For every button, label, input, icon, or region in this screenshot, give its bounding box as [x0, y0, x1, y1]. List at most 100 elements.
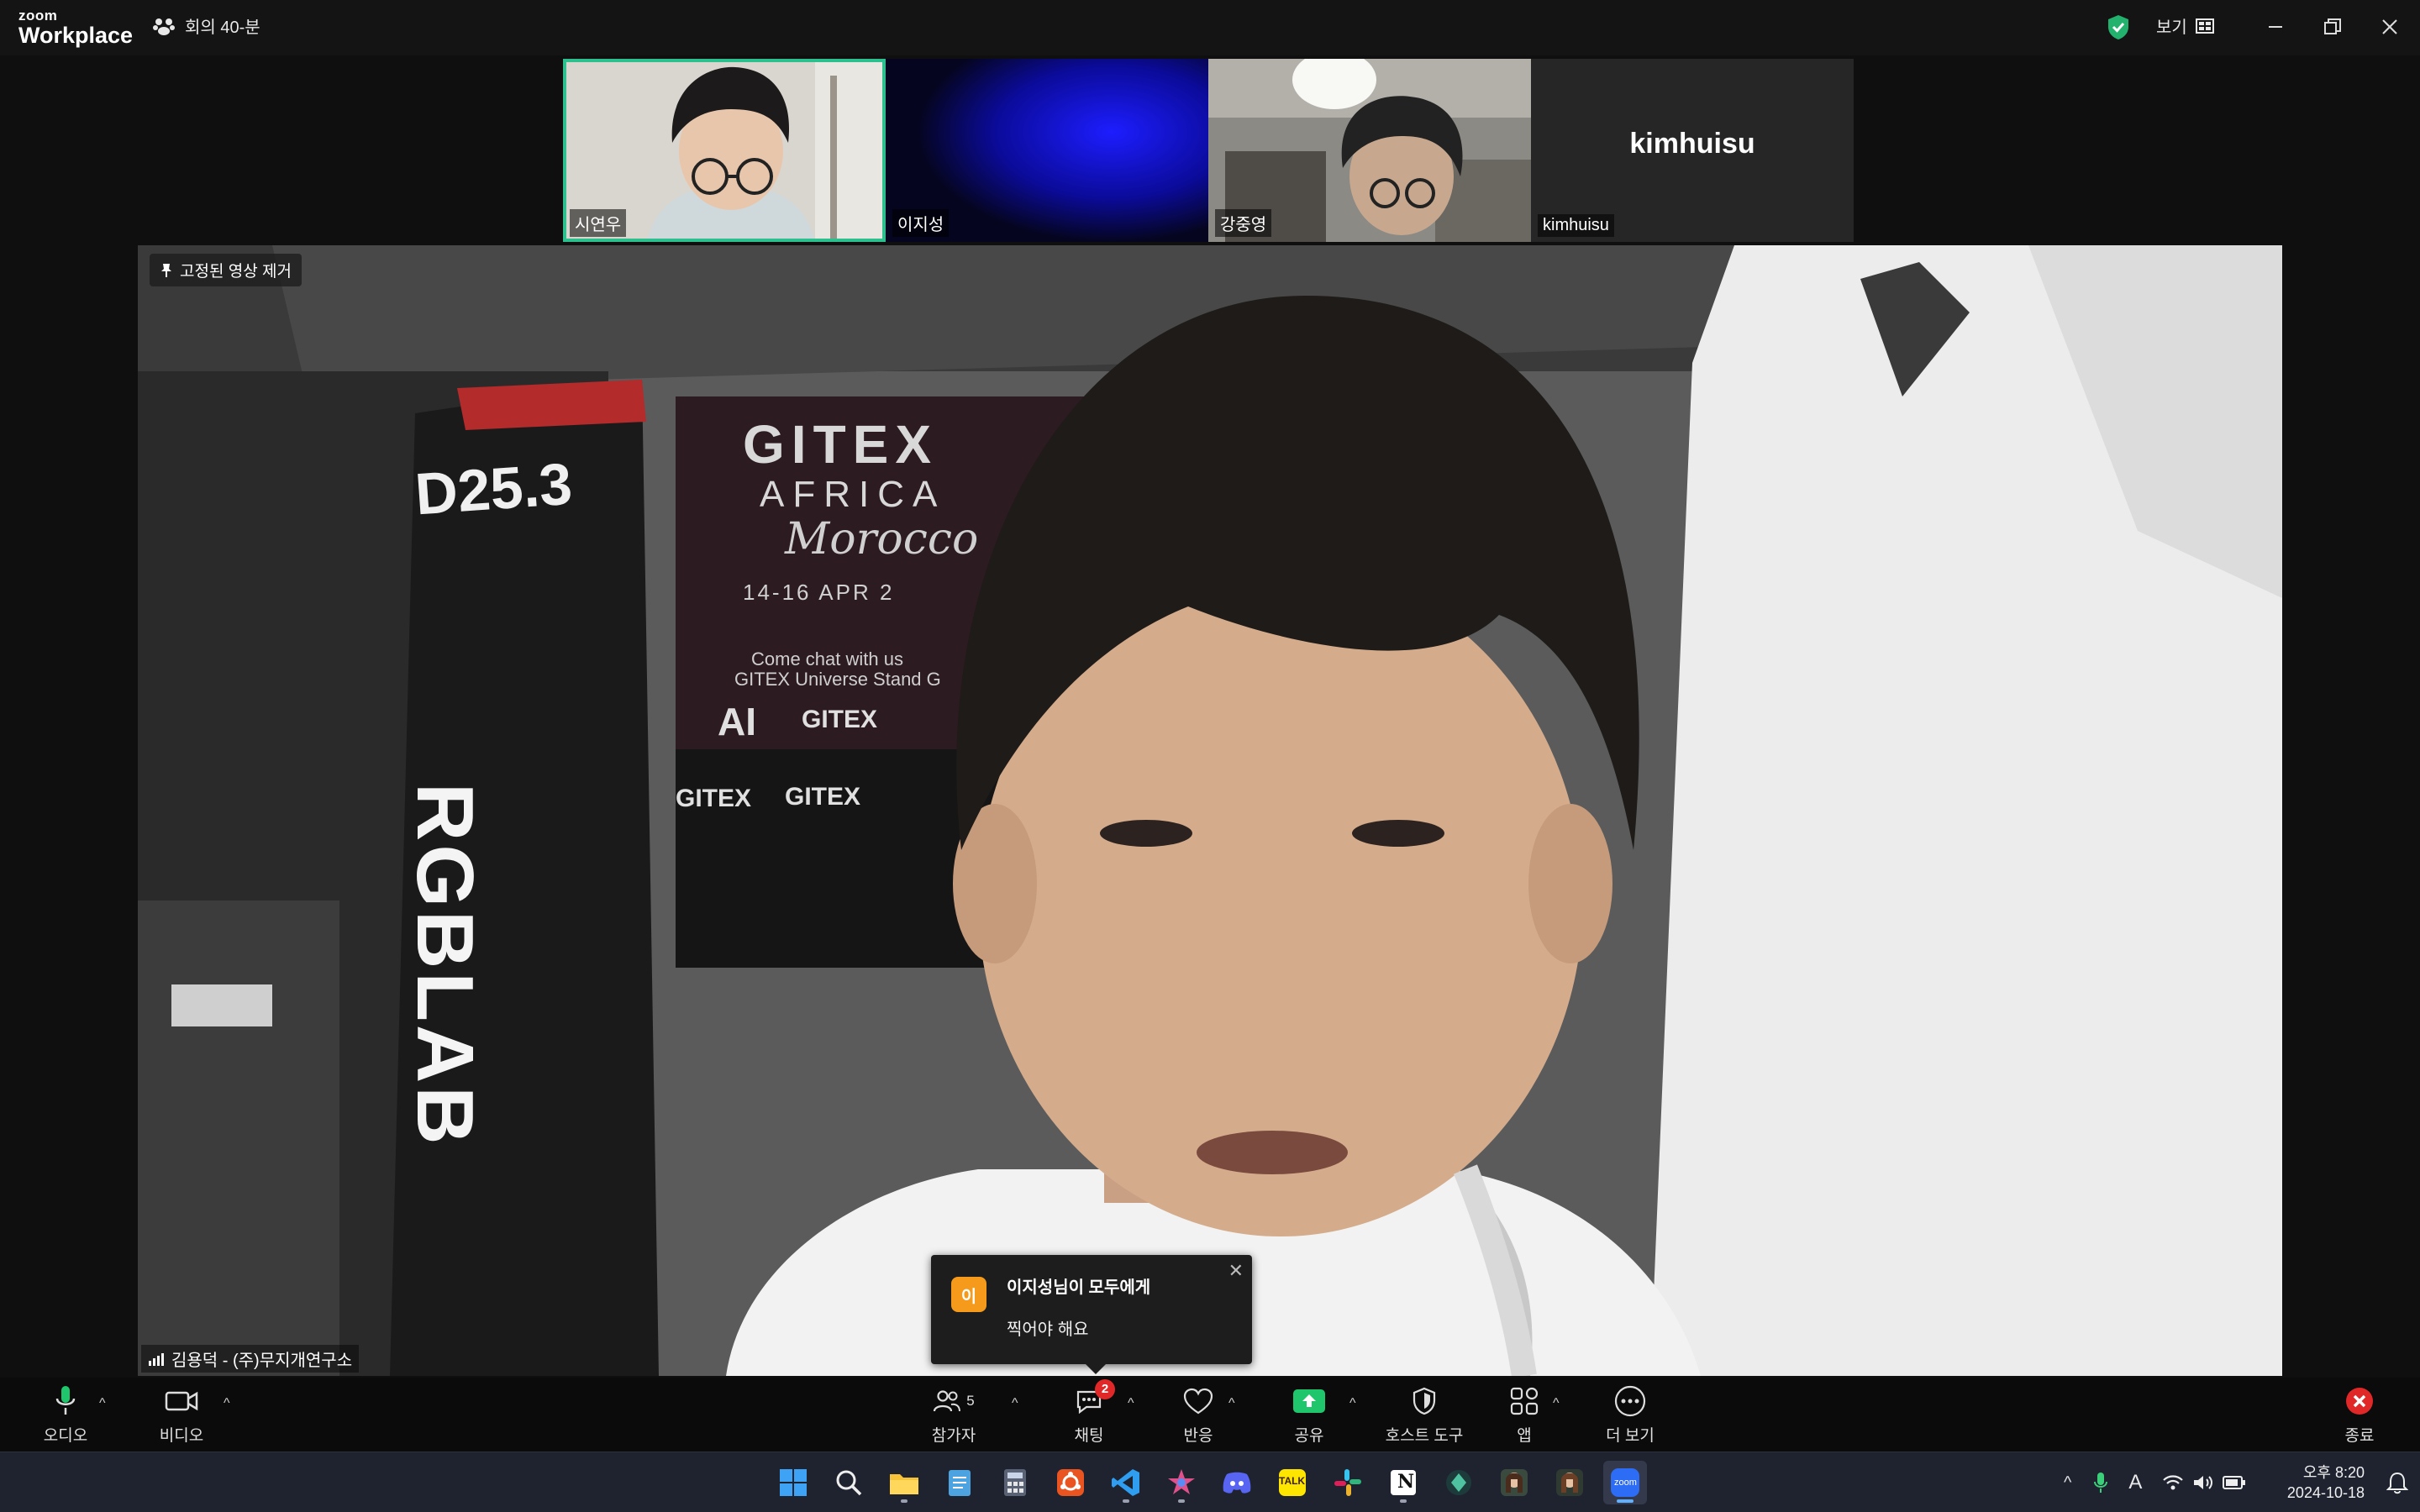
encryption-shield-icon[interactable]	[2106, 13, 2131, 45]
participants-paw-icon	[153, 18, 175, 35]
more-button[interactable]: 더 보기	[1597, 1378, 1664, 1452]
notion-text: N	[1397, 1471, 1415, 1493]
tray-microphone-icon[interactable]	[2093, 1471, 2108, 1494]
share-screen-icon	[1293, 1389, 1325, 1413]
host-shield-icon	[1413, 1387, 1436, 1415]
reactions-options-caret-icon[interactable]: ^	[1228, 1396, 1235, 1411]
more-label: 더 보기	[1606, 1426, 1655, 1445]
apps-button[interactable]: 앱	[1499, 1378, 1549, 1452]
thumbnail-participant[interactable]: kimhuisu kimhuisu	[1531, 59, 1854, 242]
thumbnail-participant[interactable]: 이지성	[886, 59, 1208, 242]
participants-label: 참가자	[931, 1426, 976, 1445]
close-notification-button[interactable]: ✕	[1228, 1260, 1244, 1282]
thumbnail-name: kimhuisu	[1538, 214, 1614, 237]
slack-icon[interactable]	[1326, 1461, 1370, 1504]
participants-icon	[934, 1389, 961, 1411]
chat-sender-avatar: 이	[951, 1277, 986, 1312]
chat-sender: 이지성님이 모두에게	[1007, 1278, 1151, 1297]
avatar-app-icon-1[interactable]	[1492, 1461, 1536, 1504]
video-button[interactable]: 비디오	[156, 1378, 207, 1452]
host-tools-button[interactable]: 호스트 도구	[1378, 1378, 1470, 1452]
zoom-meeting-window: zoom Workplace 회의 40-분 보기 시연우 이지성 강중영 ki…	[0, 0, 2420, 1512]
app-icon[interactable]	[1437, 1461, 1481, 1504]
ubuntu-icon[interactable]	[1049, 1461, 1092, 1504]
apps-options-caret-icon[interactable]: ^	[1553, 1396, 1560, 1411]
notion-icon[interactable]: N	[1381, 1461, 1425, 1504]
chat-notification[interactable]: 이 이지성님이 모두에게 찍어야 해요 ✕	[931, 1255, 1252, 1374]
zoom-taskbar-text: zoom	[1614, 1478, 1637, 1488]
kakaotalk-text: TALK	[1279, 1475, 1306, 1487]
ime-language-indicator[interactable]: A	[2128, 1471, 2142, 1494]
search-icon[interactable]	[827, 1461, 871, 1504]
meeting-timer-text: 회의 40-분	[185, 18, 260, 37]
share-button[interactable]: 공유	[1284, 1378, 1334, 1452]
volume-icon[interactable]	[2192, 1473, 2214, 1492]
thumbnail-participant[interactable]: 강중영	[1208, 59, 1531, 242]
end-meeting-label: 종료	[2344, 1426, 2375, 1445]
end-meeting-button[interactable]: 종료	[2334, 1378, 2385, 1452]
thumbnail-participant[interactable]: 시연우	[563, 59, 886, 242]
banner-sub-text: AFRICA	[760, 474, 946, 515]
share-options-caret-icon[interactable]: ^	[1349, 1396, 1356, 1411]
audio-options-caret-icon[interactable]: ^	[99, 1396, 106, 1411]
speaker-name-tag: 김용덕 - (주)무지개연구소	[141, 1345, 360, 1373]
close-button[interactable]	[2373, 12, 2407, 42]
video-options-caret-icon[interactable]: ^	[224, 1396, 230, 1411]
participants-options-caret-icon[interactable]: ^	[1012, 1396, 1018, 1411]
chat-button[interactable]: 2 채팅	[1064, 1378, 1115, 1452]
participants-button[interactable]: 5 참가자	[924, 1378, 983, 1452]
reactions-label: 반응	[1183, 1426, 1213, 1445]
view-button[interactable]: 보기	[2156, 13, 2214, 38]
close-icon	[2382, 19, 2397, 34]
chat-options-caret-icon[interactable]: ^	[1128, 1396, 1134, 1411]
vscode-icon[interactable]	[1104, 1461, 1148, 1504]
active-speaker-video[interactable]: D25.3 RGBLAB GITEX AFRICA Morocco 14-16 …	[138, 245, 2282, 1376]
banner-date-text: 14-16 APR 2	[743, 580, 895, 605]
more-ellipsis-icon	[1614, 1385, 1646, 1416]
clock-date: 2024-10-18	[2286, 1484, 2365, 1501]
heart-icon	[1183, 1388, 1213, 1414]
calculator-icon[interactable]	[993, 1461, 1037, 1504]
title-bar: zoom Workplace 회의 40-분 보기	[0, 0, 2420, 55]
logo-zoom-text: zoom	[18, 8, 58, 24]
chat-message: 찍어야 해요	[1007, 1320, 1089, 1339]
participants-count: 5	[966, 1392, 975, 1409]
wifi-icon[interactable]	[2162, 1473, 2184, 1492]
microphone-icon	[55, 1385, 76, 1415]
kakaotalk-icon[interactable]: TALK	[1270, 1461, 1314, 1504]
meeting-timer[interactable]: 회의 40-분	[153, 13, 260, 38]
windows-taskbar: TALK N zoom ^ A 오후 8:20 2024-10-18	[0, 1452, 2420, 1512]
thumbnail-name: 이지성	[892, 209, 950, 237]
zoom-workplace-logo: zoom Workplace	[18, 8, 133, 48]
meeting-toolbar: 오디오 ^ 비디오 ^ 5 참가자 ^ 2 채팅 ^ 반응 ^ 공유 ^ 호스트…	[0, 1378, 2420, 1452]
notification-bell-icon[interactable]	[2386, 1471, 2409, 1499]
minimize-button[interactable]	[2259, 12, 2292, 42]
notepad-icon[interactable]	[938, 1461, 981, 1504]
avatar-app-icon-2[interactable]	[1548, 1461, 1591, 1504]
end-meeting-icon	[2346, 1387, 2373, 1415]
discord-icon[interactable]	[1215, 1461, 1259, 1504]
reactions-button[interactable]: 반응	[1173, 1378, 1223, 1452]
chat-label: 채팅	[1074, 1426, 1104, 1445]
thumbnail-name: 시연우	[570, 209, 627, 237]
signal-strength-icon	[149, 1352, 164, 1366]
remove-pin-button[interactable]: 고정된 영상 제거	[150, 254, 302, 286]
thumbnail-name: 강중영	[1215, 209, 1272, 237]
taskbar-clock[interactable]: 오후 8:20 2024-10-18	[2287, 1462, 2365, 1503]
banner-gitex-logo-text: GITEX	[785, 783, 861, 811]
battery-icon[interactable]	[2223, 1475, 2246, 1490]
video-label: 비디오	[159, 1426, 204, 1445]
file-explorer-icon[interactable]	[882, 1461, 926, 1504]
booth-id-text: D25.3	[413, 450, 575, 528]
host-tools-label: 호스트 도구	[1385, 1426, 1464, 1445]
zoom-icon[interactable]: zoom	[1603, 1461, 1647, 1504]
audio-button[interactable]: 오디오	[40, 1378, 91, 1452]
banner-line-text: Come chat with us	[751, 648, 903, 669]
restore-button[interactable]	[2316, 12, 2349, 42]
apps-icon	[1510, 1387, 1539, 1415]
tray-overflow-chevron-icon[interactable]: ^	[2064, 1473, 2071, 1493]
participant-thumbnails: 시연우 이지성 강중영 kimhuisu kimhuisu	[563, 59, 1857, 244]
photos-icon[interactable]	[1160, 1461, 1203, 1504]
start-icon[interactable]	[771, 1461, 815, 1504]
system-tray: ^ A	[2064, 1452, 2246, 1512]
